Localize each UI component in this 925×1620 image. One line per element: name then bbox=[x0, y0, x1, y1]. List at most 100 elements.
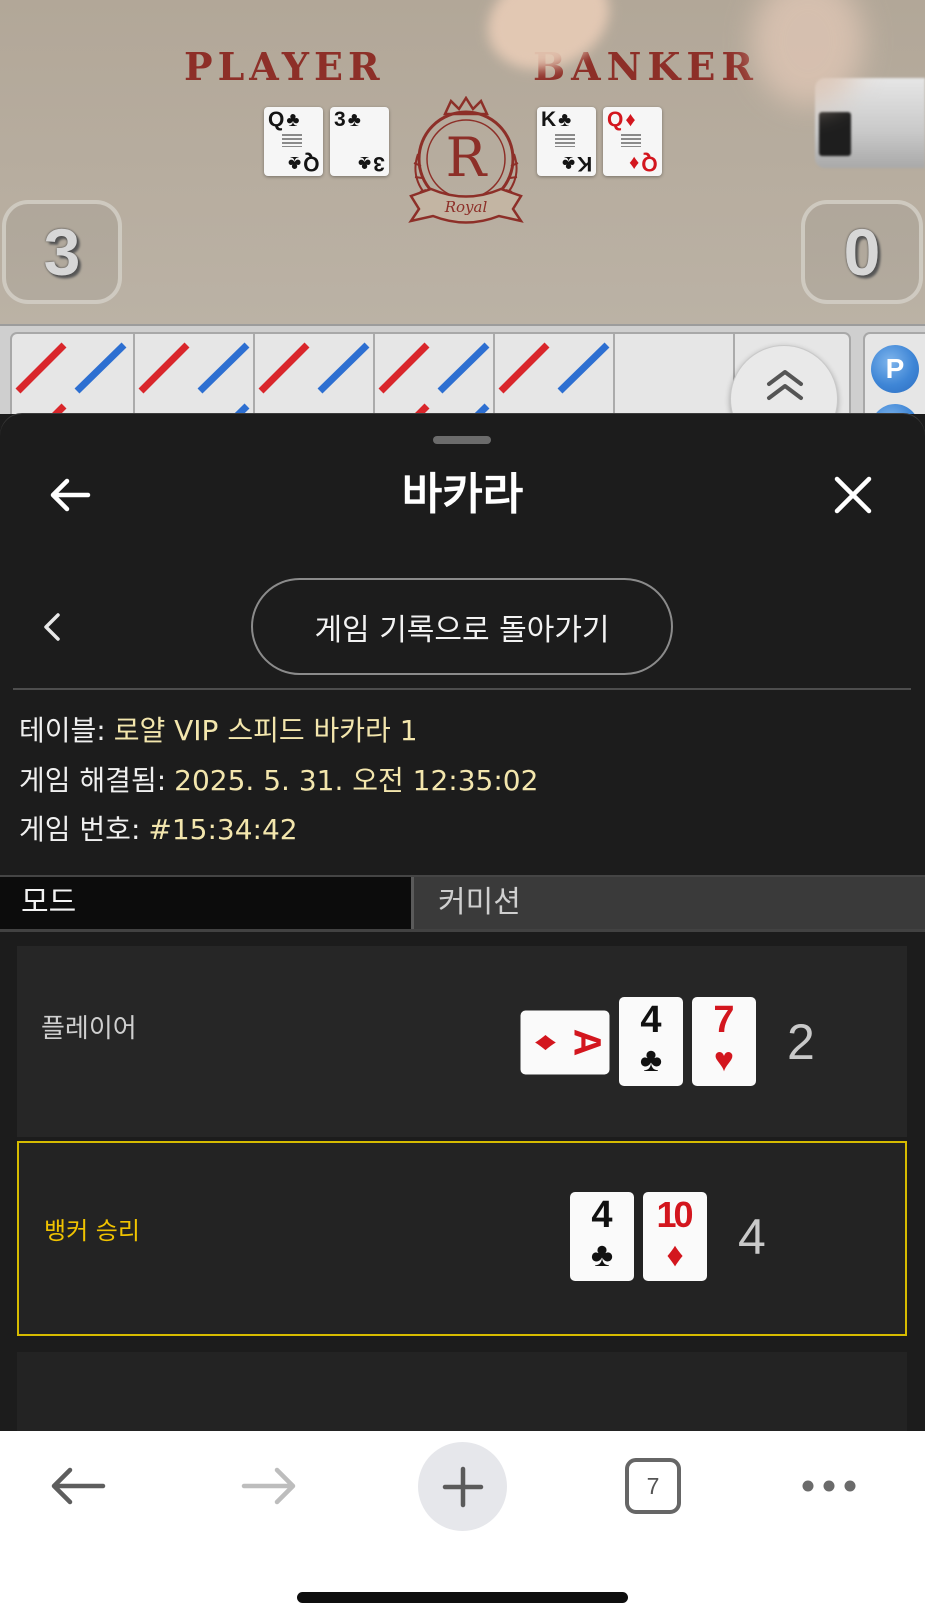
home-indicator bbox=[297, 1592, 628, 1603]
sideways-card: A ♦ bbox=[520, 1010, 610, 1074]
video-player-score: 3 bbox=[43, 215, 81, 289]
playing-card: 7 ♥ bbox=[692, 997, 756, 1086]
tab-commission[interactable]: 커미션 bbox=[411, 877, 925, 929]
card-suit: ♣ bbox=[561, 152, 575, 174]
card-rank: 3 bbox=[334, 108, 346, 131]
player-hand-row: A ♦ 4 ♣ 7 ♥ 2 bbox=[520, 946, 815, 1137]
card-suit: ♣ bbox=[590, 1236, 614, 1274]
resolved-info: 게임 해결됨: 2025. 5. 31. 오전 12:35:02 bbox=[19, 763, 538, 799]
card-suit: ♥ bbox=[713, 1041, 735, 1079]
browser-toolbar: 7 bbox=[0, 1431, 925, 1620]
road-mark-red bbox=[498, 342, 550, 394]
card-suit: ♣ bbox=[558, 109, 572, 131]
card-corner: 3♣ bbox=[358, 152, 385, 175]
card-face-art bbox=[555, 134, 575, 147]
more-icon bbox=[802, 1480, 856, 1492]
card-corner: Q♣ bbox=[268, 108, 300, 132]
game-number-label: 게임 번호: bbox=[19, 813, 141, 846]
card-suit: ♣ bbox=[287, 152, 301, 174]
card-rank: 10 bbox=[656, 1194, 693, 1235]
game-detail-sheet: 바카라 게임 기록으로 돌아가기 테이블: 로얄 VIP 스피드 바카라 1 게임… bbox=[0, 414, 925, 1431]
road-mark-blue bbox=[473, 403, 490, 414]
playing-card: A ♦ bbox=[520, 1010, 610, 1074]
arrow-left-icon bbox=[51, 1467, 106, 1505]
tab-count: 7 bbox=[646, 1472, 660, 1499]
banker-cards: 4 ♣ 10 ♦ bbox=[570, 1192, 707, 1281]
playing-card: 10 ♦ bbox=[643, 1192, 707, 1281]
crest-ribbon-text: Royal bbox=[444, 198, 488, 216]
road-mark-red bbox=[15, 342, 67, 394]
table-info: 테이블: 로얄 VIP 스피드 바카라 1 bbox=[19, 713, 418, 749]
table-card: K ♣ K♣ bbox=[537, 107, 596, 176]
road-mark-blue bbox=[317, 342, 370, 394]
double-chevron-up-icon bbox=[767, 370, 803, 400]
back-to-history-button[interactable]: 게임 기록으로 돌아가기 bbox=[251, 578, 673, 675]
road-mark-red bbox=[414, 403, 430, 414]
player-result-panel: 플레이어 A ♦ 4 ♣ 7 ♥ 2 bbox=[17, 946, 907, 1137]
road-mark-blue bbox=[233, 403, 250, 414]
tabs-underline bbox=[0, 929, 925, 932]
card-corner: Q♣ bbox=[287, 152, 319, 175]
road-mark-red bbox=[138, 342, 190, 394]
banker-score: 4 bbox=[738, 1208, 766, 1265]
road-mark-blue bbox=[74, 342, 127, 394]
card-corner: K♣ bbox=[541, 109, 572, 132]
road-mark-red bbox=[378, 342, 430, 394]
video-banker-score: 0 bbox=[843, 215, 881, 289]
table-player-cards: Q ♣ Q♣ 3 ♣ 3♣ bbox=[264, 107, 389, 176]
road-mark-blue bbox=[437, 342, 490, 394]
badge-circle bbox=[871, 404, 919, 414]
card-rank: K bbox=[576, 152, 592, 175]
player-score: 2 bbox=[787, 1013, 815, 1070]
card-corner: 3♣ bbox=[334, 108, 361, 132]
sheet-drag-handle[interactable] bbox=[433, 436, 491, 444]
game-number-value: #15:34:42 bbox=[148, 813, 298, 846]
card-face-art bbox=[282, 134, 302, 147]
banker-hand-row: 4 ♣ 10 ♦ 4 bbox=[570, 1141, 766, 1332]
table-card: Q ♣ Q♣ bbox=[264, 107, 323, 176]
road-mark-red bbox=[51, 403, 67, 414]
previous-game-button[interactable] bbox=[36, 609, 68, 645]
plus-icon bbox=[442, 1466, 483, 1507]
card-suit: ♣ bbox=[286, 109, 300, 131]
resolved-info-label: 게임 해결됨: bbox=[19, 764, 167, 797]
table-banker-cards: K ♣ K♣ Q ♦ Q♦ bbox=[537, 107, 662, 176]
more-menu-button[interactable] bbox=[799, 1478, 859, 1494]
playing-card: 4 ♣ bbox=[570, 1192, 634, 1281]
tab-mode[interactable]: 모드 bbox=[0, 877, 411, 929]
card-corner: Q♦ bbox=[607, 109, 636, 132]
card-shoe-slot bbox=[819, 112, 851, 156]
playing-card: 4 ♣ bbox=[619, 997, 683, 1086]
page-title: 바카라 bbox=[401, 469, 524, 520]
card-rank: Q bbox=[641, 152, 658, 175]
player-label: 플레이어 bbox=[41, 1014, 137, 1044]
road-mark-blue bbox=[197, 342, 250, 394]
card-rank: A bbox=[565, 1028, 608, 1056]
card-rank: 4 bbox=[640, 999, 662, 1041]
new-tab-button[interactable] bbox=[418, 1442, 507, 1531]
browser-back-button[interactable] bbox=[48, 1466, 108, 1506]
close-button[interactable] bbox=[829, 471, 877, 519]
close-icon bbox=[834, 476, 872, 514]
table-card: 3 ♣ 3♣ bbox=[330, 107, 389, 176]
table-info-label: 테이블: bbox=[19, 714, 106, 747]
banker-win-label: 뱅커 승리 bbox=[44, 1217, 140, 1245]
banker-score-box: 0 bbox=[801, 200, 923, 304]
card-corner: Q♦ bbox=[629, 152, 658, 175]
card-suit: ♦ bbox=[629, 152, 640, 174]
banker-result-panel: 뱅커 승리 4 ♣ 10 ♦ 4 bbox=[17, 1141, 907, 1336]
table-card: Q ♦ Q♦ bbox=[603, 107, 662, 176]
browser-forward-button[interactable] bbox=[239, 1466, 299, 1506]
bet-summary-panel bbox=[17, 1352, 907, 1431]
arrow-right-icon bbox=[241, 1467, 296, 1505]
table-player-label: PLAYER bbox=[184, 44, 385, 89]
tabs-button[interactable]: 7 bbox=[625, 1458, 681, 1514]
card-rank: Q bbox=[268, 108, 285, 131]
back-button[interactable] bbox=[46, 475, 94, 515]
player-badge: P bbox=[871, 345, 919, 393]
mode-tabs: 모드 커미션 bbox=[0, 875, 925, 929]
road-mark-red bbox=[258, 342, 310, 394]
card-suit: ♦ bbox=[666, 1236, 684, 1274]
game-number-info: 게임 번호: #15:34:42 bbox=[19, 812, 298, 848]
card-suit: ♣ bbox=[347, 109, 361, 131]
